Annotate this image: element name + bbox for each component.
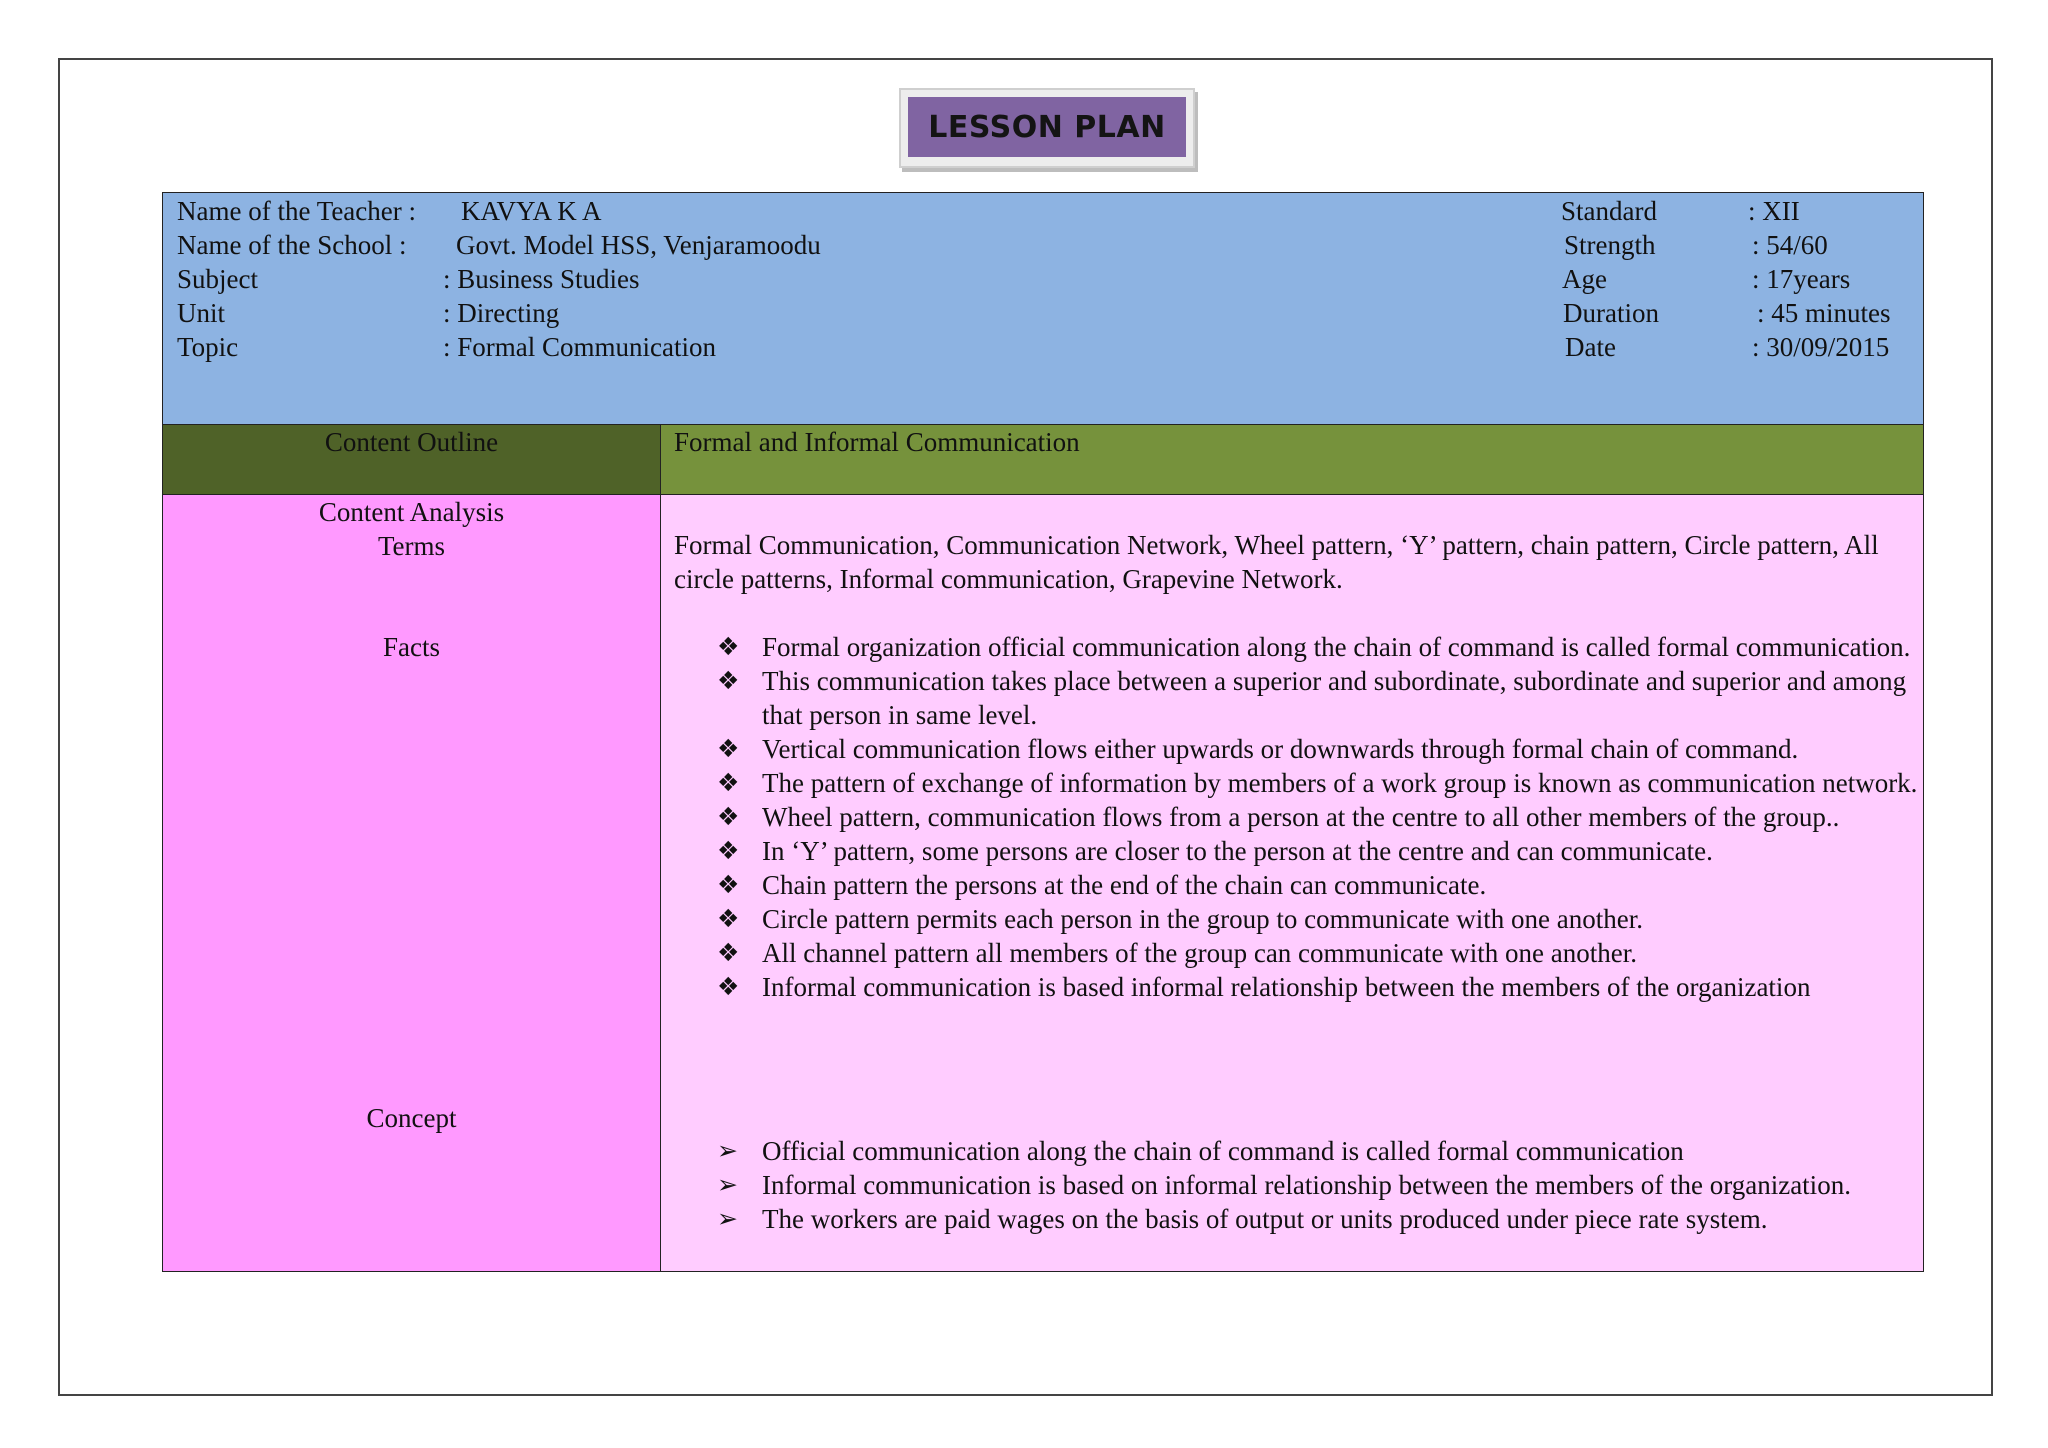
fact-item: ❖ Chain pattern the persons at the end of… — [661, 868, 1923, 902]
bullet-icon: ❖ — [717, 802, 740, 831]
page-title: LESSON PLAN — [908, 97, 1186, 157]
bullet-icon: ❖ — [717, 972, 740, 1001]
title-banner: LESSON PLAN — [899, 88, 1195, 168]
concept-item: ➢ Official communication along the chain … — [661, 1134, 1923, 1168]
bullet-icon: ❖ — [717, 734, 740, 763]
subject-label: Subject — [177, 264, 258, 294]
content-analysis-details: Formal Communication, Communication Netw… — [661, 495, 1923, 1271]
age-label: Age — [1562, 264, 1607, 294]
school-value: Govt. Model HSS, Venjaramoodu — [456, 230, 821, 260]
fact-item-text: Wheel pattern, communication flows from … — [762, 802, 1840, 832]
standard-label: Standard — [1561, 196, 1657, 226]
fact-item-text: Vertical communication flows either upwa… — [762, 734, 1799, 764]
bullet-icon: ➢ — [717, 1170, 738, 1199]
teacher-label: Name of the Teacher : — [177, 196, 416, 226]
bullet-icon: ➢ — [717, 1204, 738, 1233]
duration-value: : 45 minutes — [1757, 298, 1891, 328]
concept-item-text: The workers are paid wages on the basis … — [762, 1204, 1768, 1234]
fact-item: ❖ The pattern of exchange of information … — [661, 766, 1923, 800]
fact-item: ❖ Formal organization official communicat… — [661, 630, 1923, 664]
fact-item: ❖ This communication takes place between … — [661, 664, 1923, 732]
terms-label: Terms — [377, 531, 446, 561]
content-analysis-row: Content Analysis Terms Facts Concept For… — [163, 495, 1923, 1271]
fact-item: ❖ All channel pattern all members of the … — [661, 936, 1923, 970]
school-label: Name of the School : — [177, 230, 407, 260]
duration-label: Duration — [1563, 298, 1659, 328]
date-label: Date — [1565, 332, 1616, 362]
strength-value: : 54/60 — [1752, 230, 1828, 260]
concept-item: ➢ Informal communication is based on info… — [661, 1168, 1923, 1202]
bullet-icon: ➢ — [717, 1136, 738, 1165]
terms-text: Formal Communication, Communication Netw… — [674, 530, 1879, 594]
lesson-plan-table: Name of the Teacher : KAVYA K A Name of … — [162, 192, 1924, 1272]
bullet-icon: ❖ — [717, 870, 740, 899]
content-outline-label: Content Outline — [163, 425, 661, 494]
teacher-value: KAVYA K A — [461, 196, 602, 226]
concept-label: Concept — [366, 1103, 457, 1133]
fact-item-text: In ‘Y’ pattern, some persons are closer … — [762, 836, 1713, 866]
fact-item: ❖ In ‘Y’ pattern, some persons are closer… — [661, 834, 1923, 868]
strength-label: Strength — [1564, 230, 1656, 260]
fact-item: ❖ Circle pattern permits each person in t… — [661, 902, 1923, 936]
fact-item: ❖ Wheel pattern, communication flows from… — [661, 800, 1923, 834]
bullet-icon: ❖ — [717, 632, 740, 661]
fact-item: ❖ Informal communication is based informa… — [661, 970, 1923, 1004]
subject-value: : Business Studies — [443, 264, 640, 294]
unit-label: Unit — [177, 298, 226, 328]
concept-list: ➢ Official communication along the chain … — [661, 1134, 1923, 1236]
fact-item-text: All channel pattern all members of the g… — [762, 938, 1637, 968]
bullet-icon: ❖ — [717, 904, 740, 933]
topic-value: : Formal Communication — [443, 332, 716, 362]
bullet-icon: ❖ — [717, 836, 740, 865]
fact-item-text: Formal organization official communicati… — [762, 632, 1911, 662]
bullet-icon: ❖ — [717, 768, 740, 797]
concept-item: ➢ The workers are paid wages on the basis… — [661, 1202, 1923, 1236]
info-section: Name of the Teacher : KAVYA K A Name of … — [163, 193, 1923, 425]
fact-item-text: Chain pattern the persons at the end of … — [762, 870, 1487, 900]
unit-value: : Directing — [443, 298, 560, 328]
date-value: : 30/09/2015 — [1752, 332, 1890, 362]
standard-value: : XII — [1748, 196, 1800, 226]
fact-item-text: The pattern of exchange of information b… — [762, 768, 1918, 798]
fact-item-text: Informal communication is based informal… — [762, 972, 1811, 1002]
content-analysis-labels: Content Analysis Terms Facts Concept — [163, 495, 661, 1271]
facts-label: Facts — [383, 632, 440, 662]
concept-item-text: Official communication along the chain o… — [762, 1136, 1684, 1166]
fact-item-text: Circle pattern permits each person in th… — [762, 904, 1643, 934]
age-value: : 17years — [1752, 264, 1851, 294]
content-analysis-label: Content Analysis — [318, 497, 505, 527]
concept-item-text: Informal communication is based on infor… — [762, 1170, 1851, 1200]
facts-list: ❖ Formal organization official communicat… — [661, 630, 1923, 1004]
fact-item-text: This communication takes place between a… — [762, 666, 1907, 730]
content-outline-row: Content Outline Formal and Informal Comm… — [163, 425, 1923, 495]
content-outline-value: Formal and Informal Communication — [661, 425, 1923, 494]
bullet-icon: ❖ — [717, 666, 740, 695]
topic-label: Topic — [177, 332, 239, 362]
bullet-icon: ❖ — [717, 938, 740, 967]
fact-item: ❖ Vertical communication flows either upw… — [661, 732, 1923, 766]
